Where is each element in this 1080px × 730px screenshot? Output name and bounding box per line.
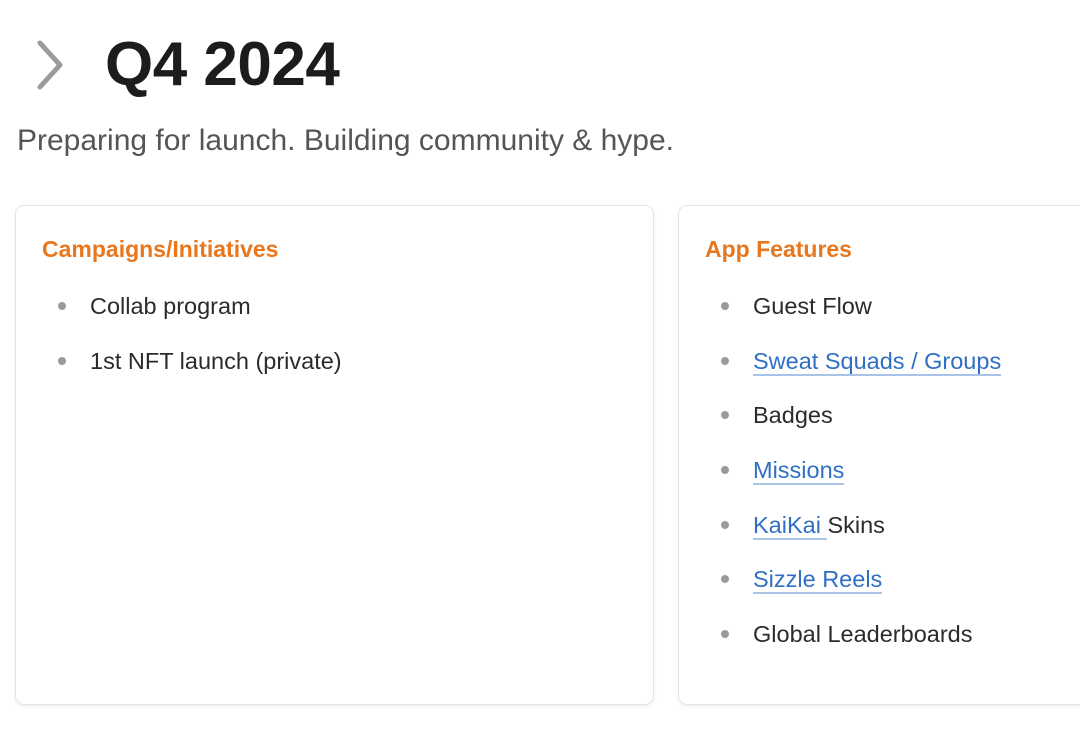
- list-item: Guest Flow: [679, 286, 1001, 341]
- list-item: Badges: [679, 395, 1001, 450]
- bullet-icon: [721, 520, 729, 529]
- list-item-text: Global Leaderboards: [753, 621, 973, 648]
- list-item-text: Badges: [753, 402, 833, 429]
- list-item-text: Guest Flow: [753, 293, 872, 319]
- missions-link[interactable]: Missions: [753, 457, 845, 486]
- card-heading: App Features: [705, 236, 852, 262]
- bullet-icon: [721, 466, 729, 475]
- sizzle-reels-link[interactable]: Sizzle Reels: [753, 566, 883, 595]
- list-item: 1st NFT launch (private): [16, 341, 342, 396]
- page-title: Q4 2024: [105, 30, 340, 99]
- list-item: Collab program: [16, 286, 342, 341]
- list-item: KaiKai Skins: [679, 505, 1001, 560]
- bullet-icon: [721, 302, 729, 310]
- kaikai-link[interactable]: KaiKai: [753, 511, 828, 540]
- list-item: Sweat Squads / Groups: [679, 341, 1002, 396]
- page-subtitle: Preparing for launch. Building community…: [17, 124, 675, 157]
- list-item-text: Skins: [827, 511, 885, 538]
- list-item: Global Leaderboards: [679, 614, 1001, 669]
- app-features-list: Guest Flow Sweat Squads / Groups Badges …: [679, 286, 1002, 669]
- bullet-icon: [721, 575, 729, 584]
- bullet-icon: [721, 356, 729, 365]
- chevron-right-icon: [37, 40, 63, 90]
- card-heading: Campaigns/Initiatives: [42, 236, 279, 262]
- bullet-icon: [721, 630, 729, 639]
- bullet-icon: [58, 302, 66, 310]
- campaigns-list: Collab program 1st NFT launch (private): [16, 286, 342, 395]
- app-features-card: App Features Guest Flow Sweat Squads / G…: [678, 205, 1080, 705]
- sweat-squads-link[interactable]: Sweat Squads / Groups: [753, 347, 1002, 376]
- bullet-icon: [58, 356, 66, 365]
- list-item-text: 1st NFT launch (private): [90, 347, 342, 374]
- list-item: Missions: [679, 450, 1001, 505]
- list-item: Sizzle Reels: [679, 559, 1001, 614]
- collapse-toggle[interactable]: [26, 36, 74, 94]
- bullet-icon: [721, 411, 729, 420]
- campaigns-card: Campaigns/Initiatives Collab program 1st…: [15, 205, 654, 705]
- list-item-text: Collab program: [90, 293, 251, 319]
